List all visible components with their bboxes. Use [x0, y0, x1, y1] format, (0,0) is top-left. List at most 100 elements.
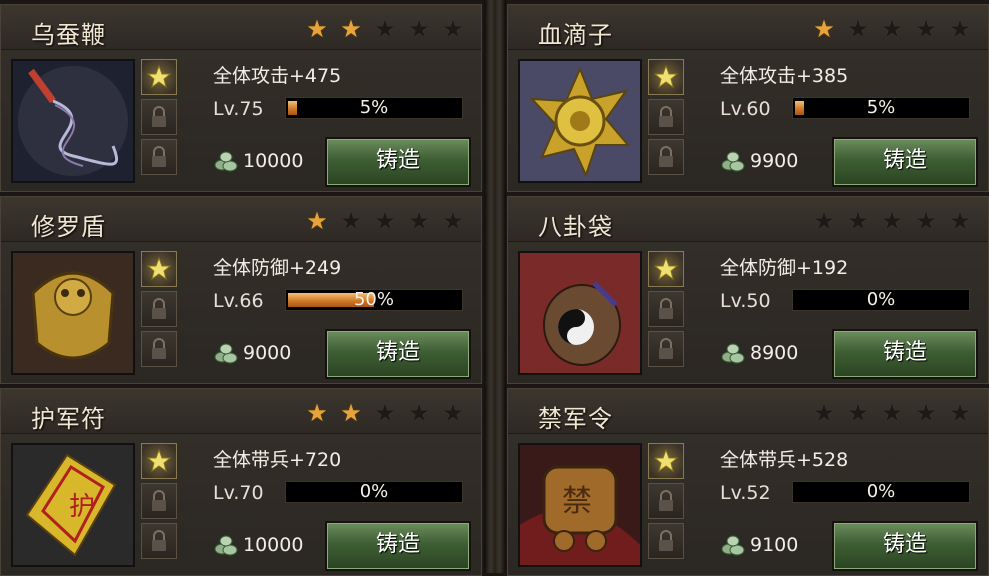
forge-button[interactable]: 铸造: [325, 521, 471, 571]
star-empty-icon: ★: [813, 207, 835, 235]
gem-slot-icon[interactable]: [648, 443, 684, 479]
star-empty-icon: ★: [847, 15, 869, 43]
forge-cost: 8900: [750, 342, 799, 364]
star-filled-icon: ★: [813, 15, 835, 43]
stat-bonus: 全体攻击+385: [720, 65, 849, 87]
equipment-card: 乌蚕鞭 ★ ★ ★ ★ ★ 全体攻击+475 Lv.75 5% 10000 铸造: [0, 4, 482, 192]
silver-ingot-icon: [213, 531, 239, 557]
star-rating: ★ ★ ★ ★ ★: [305, 209, 465, 233]
star-empty-icon: ★: [847, 399, 869, 427]
star-empty-icon: ★: [442, 15, 464, 43]
lock-icon: [648, 291, 684, 327]
lock-icon: [141, 483, 177, 519]
lock-icon: [141, 523, 177, 559]
star-filled-icon: ★: [306, 15, 328, 43]
star-filled-icon: ★: [306, 207, 328, 235]
star-empty-icon: ★: [374, 15, 396, 43]
progress-bar: 50%: [285, 289, 463, 311]
card-header: 禁军令 ★ ★ ★ ★ ★: [508, 389, 988, 434]
star-empty-icon: ★: [408, 207, 430, 235]
star-empty-icon: ★: [847, 207, 869, 235]
star-empty-icon: ★: [408, 399, 430, 427]
forge-cost: 9100: [750, 534, 799, 556]
star-empty-icon: ★: [408, 15, 430, 43]
lock-icon: [648, 483, 684, 519]
level-label: Lv.66: [213, 290, 264, 312]
forge-cost: 9000: [243, 342, 292, 364]
card-header: 乌蚕鞭 ★ ★ ★ ★ ★: [1, 5, 481, 50]
silver-ingot-icon: [213, 147, 239, 173]
star-filled-icon: ★: [340, 399, 362, 427]
star-empty-icon: ★: [915, 399, 937, 427]
progress-bar: 0%: [792, 289, 970, 311]
star-empty-icon: ★: [374, 399, 396, 427]
card-header: 血滴子 ★ ★ ★ ★ ★: [508, 5, 988, 50]
star-disc-icon[interactable]: [518, 59, 642, 183]
star-empty-icon: ★: [949, 15, 971, 43]
equipment-name: 八卦袋: [538, 213, 613, 241]
svg-text:禁: 禁: [562, 484, 592, 519]
stat-bonus: 全体防御+192: [720, 257, 849, 279]
equipment-card: 修罗盾 ★ ★ ★ ★ ★ 全体防御+249 Lv.66 50% 9000 铸造: [0, 196, 482, 384]
lock-icon: [648, 99, 684, 135]
card-header: 修罗盾 ★ ★ ★ ★ ★: [1, 197, 481, 242]
shield-icon[interactable]: [11, 251, 135, 375]
gem-slot-icon[interactable]: [648, 251, 684, 287]
star-empty-icon: ★: [881, 399, 903, 427]
talisman-icon[interactable]: 护: [11, 443, 135, 567]
star-rating: ★ ★ ★ ★ ★: [812, 401, 972, 425]
silver-ingot-icon: [720, 531, 746, 557]
equipment-card: 禁军令 ★ ★ ★ ★ ★ 禁 全体带兵+528 Lv.52 0% 9100 铸造: [507, 388, 989, 576]
star-empty-icon: ★: [881, 15, 903, 43]
stat-bonus: 全体防御+249: [213, 257, 342, 279]
card-header: 护军符 ★ ★ ★ ★ ★: [1, 389, 481, 434]
level-label: Lv.50: [720, 290, 771, 312]
star-empty-icon: ★: [340, 207, 362, 235]
silver-ingot-icon: [720, 339, 746, 365]
star-rating: ★ ★ ★ ★ ★: [812, 17, 972, 41]
equipment-card: 护军符 ★ ★ ★ ★ ★ 护 全体带兵+720 Lv.70 0% 10000 铸造: [0, 388, 482, 576]
gem-slot-icon[interactable]: [648, 59, 684, 95]
equipment-name: 护军符: [31, 405, 106, 433]
progress-bar: 0%: [285, 481, 463, 503]
star-empty-icon: ★: [915, 15, 937, 43]
equipment-name: 修罗盾: [31, 213, 106, 241]
gem-slot-icon[interactable]: [141, 251, 177, 287]
lock-icon: [141, 139, 177, 175]
star-rating: ★ ★ ★ ★ ★: [812, 209, 972, 233]
progress-label: 0%: [359, 481, 389, 502]
gem-slots: [141, 443, 179, 563]
gem-slots: [648, 59, 686, 179]
gem-slots: [648, 251, 686, 371]
gem-slot-icon[interactable]: [141, 443, 177, 479]
token-icon[interactable]: 禁: [518, 443, 642, 567]
gem-slots: [141, 251, 179, 371]
yinyang-bag-icon[interactable]: [518, 251, 642, 375]
progress-bar: 5%: [792, 97, 970, 119]
forge-button[interactable]: 铸造: [325, 137, 471, 187]
equipment-grid: 乌蚕鞭 ★ ★ ★ ★ ★ 全体攻击+475 Lv.75 5% 10000 铸造 血滴子…: [0, 0, 989, 576]
forge-button[interactable]: 铸造: [832, 329, 978, 379]
forge-cost: 10000: [243, 150, 304, 172]
forge-button[interactable]: 铸造: [325, 329, 471, 379]
gem-slot-icon[interactable]: [141, 59, 177, 95]
level-label: Lv.70: [213, 482, 264, 504]
equipment-card: 八卦袋 ★ ★ ★ ★ ★ 全体防御+192 Lv.50 0% 8900 铸造: [507, 196, 989, 384]
progress-label: 5%: [866, 97, 896, 118]
star-filled-icon: ★: [306, 399, 328, 427]
whip-icon[interactable]: [11, 59, 135, 183]
equipment-name: 血滴子: [538, 21, 613, 49]
level-label: Lv.60: [720, 98, 771, 120]
forge-button[interactable]: 铸造: [832, 521, 978, 571]
svg-text:护: 护: [69, 492, 95, 522]
lock-icon: [648, 139, 684, 175]
gem-slots: [141, 59, 179, 179]
forge-button[interactable]: 铸造: [832, 137, 978, 187]
star-rating: ★ ★ ★ ★ ★: [305, 17, 465, 41]
progress-bar: 0%: [792, 481, 970, 503]
equipment-card: 血滴子 ★ ★ ★ ★ ★ 全体攻击+385 Lv.60 5% 9900 铸造: [507, 4, 989, 192]
lock-icon: [141, 99, 177, 135]
star-rating: ★ ★ ★ ★ ★: [305, 401, 465, 425]
star-empty-icon: ★: [915, 207, 937, 235]
star-empty-icon: ★: [949, 207, 971, 235]
